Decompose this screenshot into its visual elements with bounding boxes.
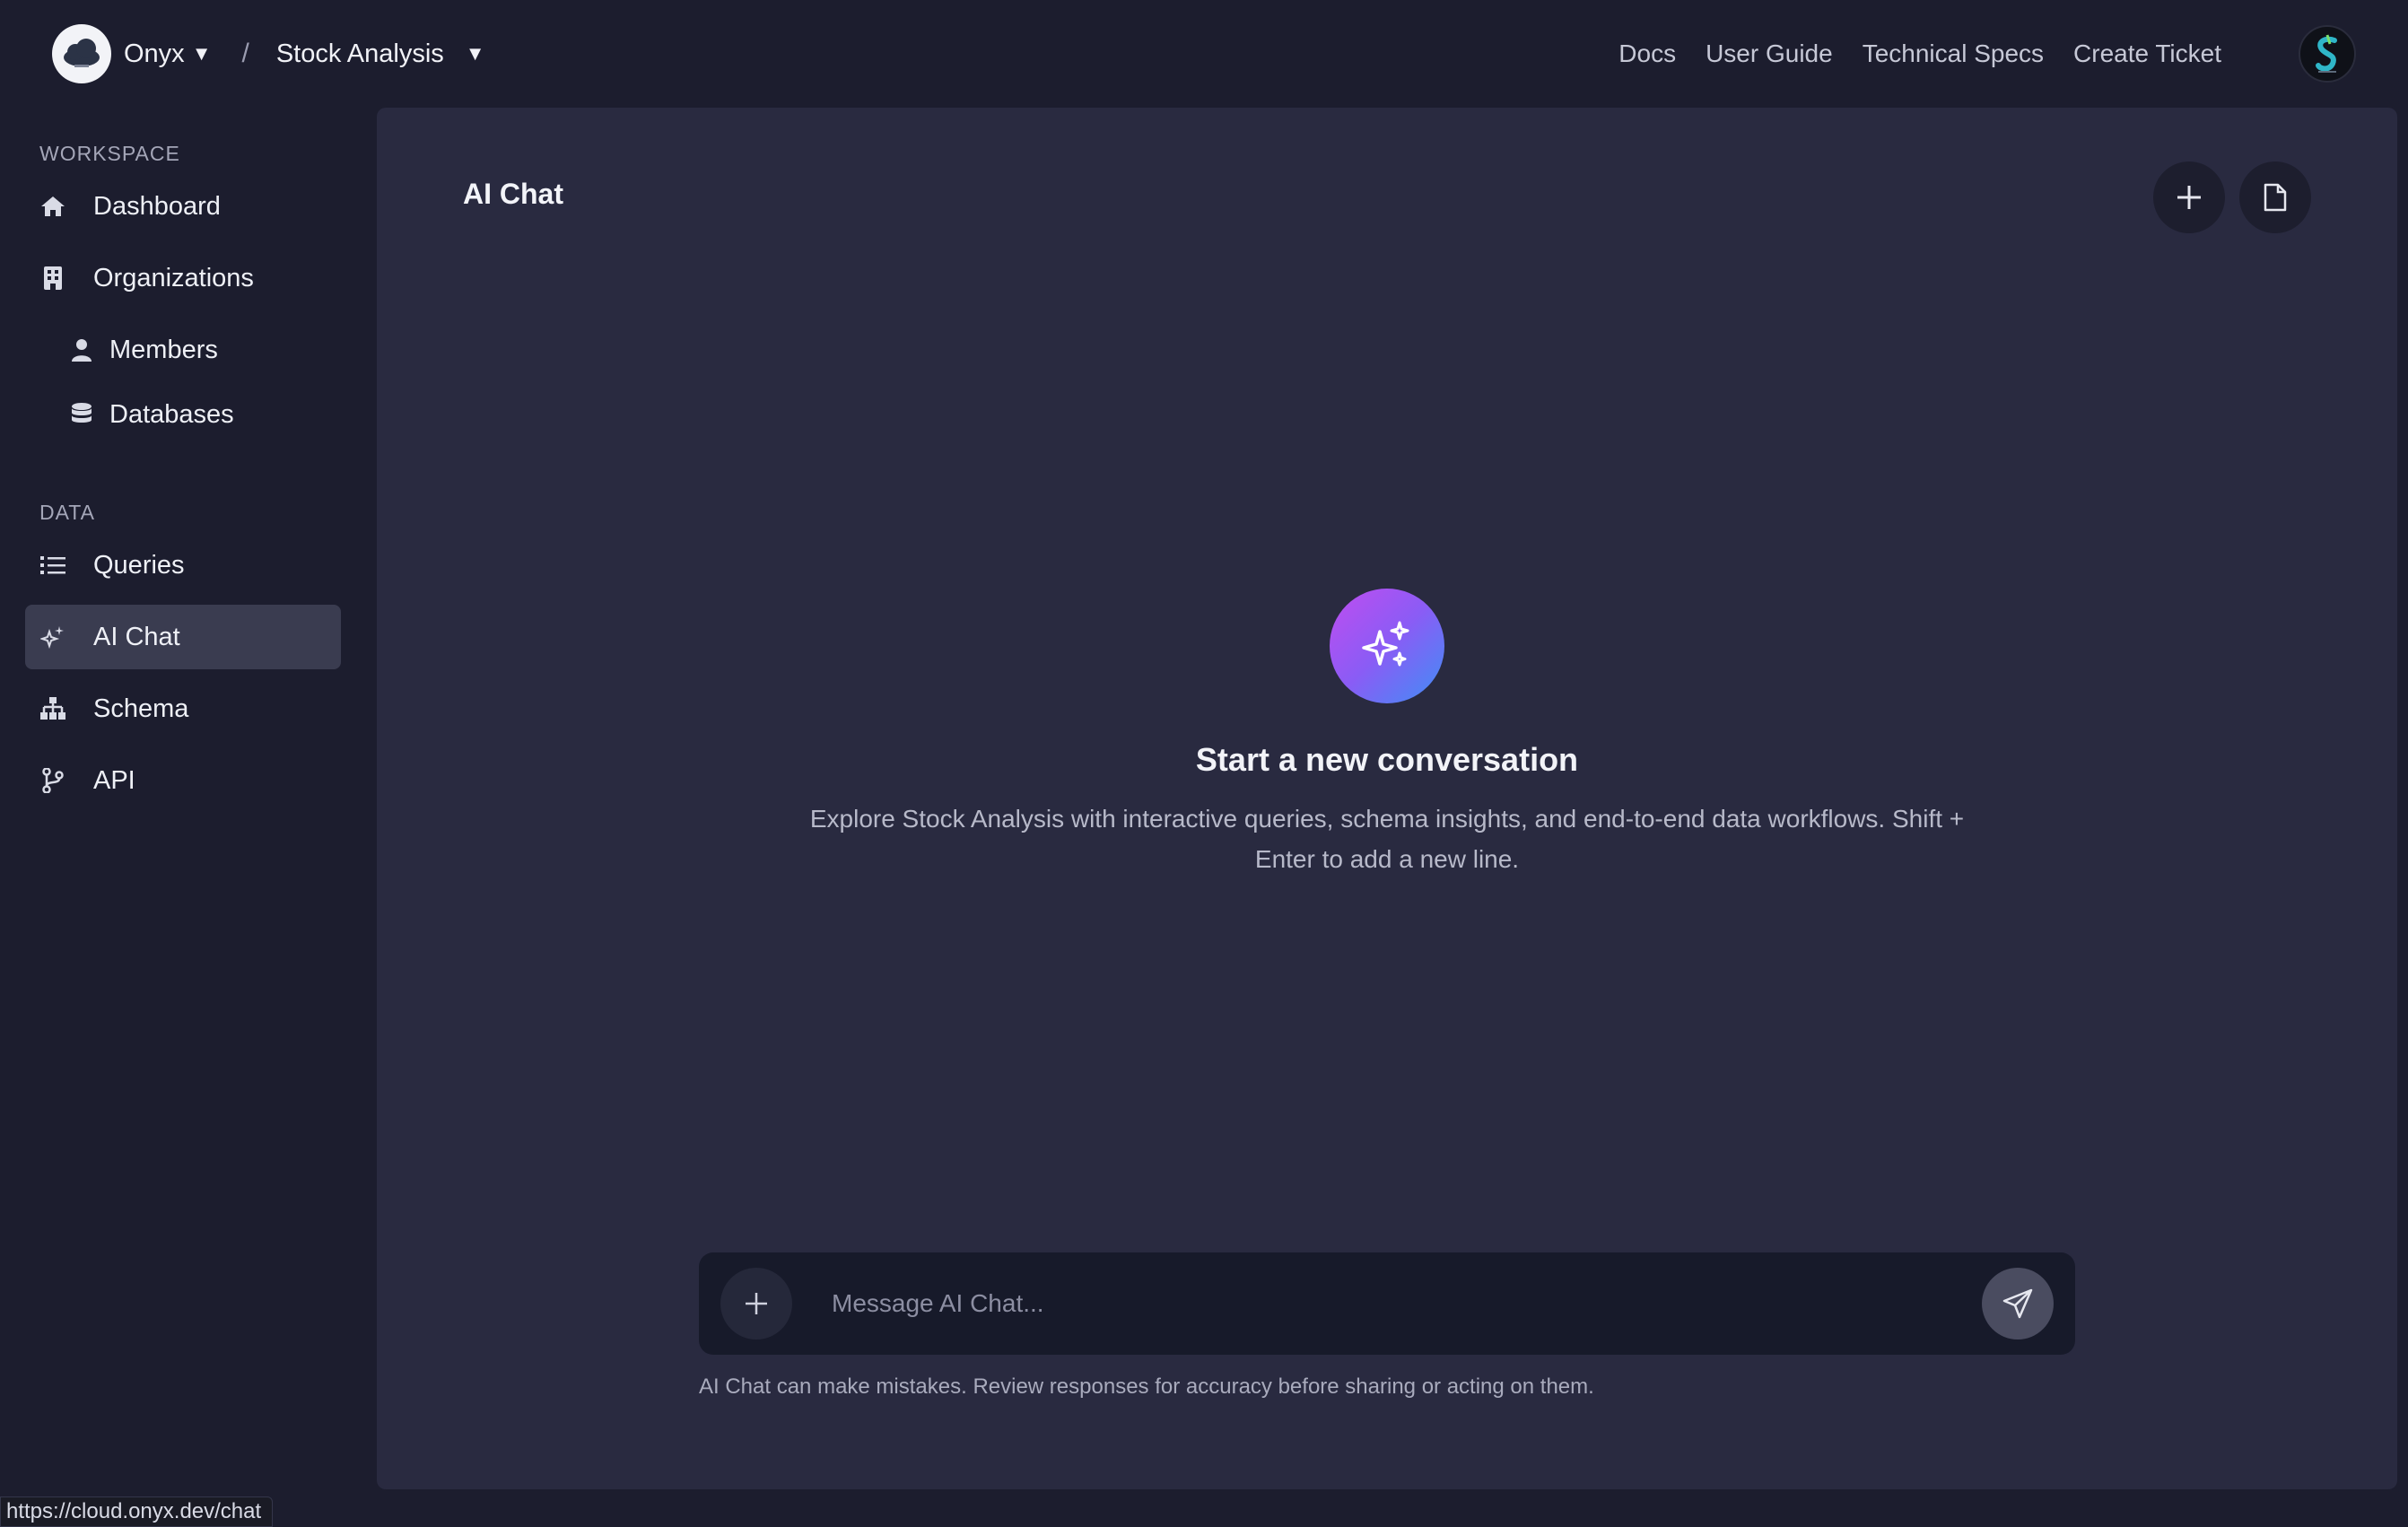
sidebar-item-dashboard[interactable]: Dashboard	[25, 174, 341, 239]
nav-docs[interactable]: Docs	[1618, 39, 1676, 68]
section-label-data: DATA	[39, 501, 95, 524]
plus-icon	[2177, 186, 2201, 209]
top-nav: Docs User Guide Technical Specs Create T…	[1589, 25, 2356, 83]
nav-user-guide[interactable]: User Guide	[1706, 39, 1833, 68]
document-button[interactable]	[2239, 161, 2311, 233]
sidebar-item-label: Schema	[93, 694, 189, 723]
org-logo[interactable]	[52, 24, 111, 83]
sidebar-item-label: Databases	[109, 399, 234, 429]
send-button[interactable]	[1982, 1268, 2054, 1339]
sitemap-icon	[39, 695, 66, 722]
database-icon	[68, 401, 95, 428]
message-composer	[699, 1252, 2075, 1355]
sidebar-item-members[interactable]: Members	[25, 318, 341, 382]
sidebar-item-queries[interactable]: Queries	[25, 533, 341, 598]
top-bar: Onyx ▼ / Stock Analysis ▼ Docs User Guid…	[0, 0, 2408, 108]
sidebar-item-ai-chat[interactable]: AI Chat	[25, 605, 341, 669]
caret-down-icon: ▼	[191, 42, 212, 65]
list-icon	[39, 552, 66, 579]
send-icon	[2002, 1288, 2033, 1319]
sidebar-item-label: Organizations	[93, 263, 254, 292]
ai-sparkles-badge	[1330, 589, 1444, 703]
sidebar-item-label: Queries	[93, 550, 185, 580]
page-title: AI Chat	[463, 178, 563, 210]
nav-create-ticket[interactable]: Create Ticket	[2073, 39, 2221, 68]
empty-state-title: Start a new conversation	[1195, 741, 1579, 778]
empty-state-description: Explore Stock Analysis with interactive …	[809, 805, 1965, 873]
project-name: Stock Analysis	[275, 39, 444, 68]
user-icon	[68, 336, 95, 363]
sidebar-item-label: Dashboard	[93, 191, 221, 221]
sidebar-item-databases[interactable]: Databases	[25, 382, 341, 447]
building-icon	[39, 265, 66, 292]
home-icon	[39, 193, 66, 220]
sidebar-item-api[interactable]: API	[25, 748, 341, 813]
breadcrumb-separator: /	[241, 39, 249, 68]
org-switcher[interactable]: Onyx ▼	[124, 39, 211, 69]
empty-state: Start a new conversation Explore Stock A…	[377, 589, 2397, 879]
sparkles-icon	[39, 624, 66, 650]
org-name: Onyx	[124, 39, 185, 68]
user-avatar[interactable]	[2299, 25, 2356, 83]
nav-technical-specs[interactable]: Technical Specs	[1863, 39, 2044, 68]
sidebar-item-label: Members	[109, 335, 218, 364]
ai-disclaimer: AI Chat can make mistakes. Review respon…	[699, 1374, 1594, 1399]
sidebar-item-organizations[interactable]: Organizations	[25, 246, 341, 310]
section-label-workspace: WORKSPACE	[39, 142, 180, 165]
sidebar-item-label: AI Chat	[93, 622, 180, 651]
project-switcher[interactable]: Stock Analysis ▼	[276, 39, 485, 69]
user-avatar-logo-icon	[2316, 34, 2337, 73]
sparkles-icon	[1362, 621, 1409, 667]
main-panel: AI Chat Start a new conversation Explore…	[377, 108, 2397, 1489]
message-input[interactable]	[830, 1272, 1982, 1335]
attach-button[interactable]	[720, 1268, 792, 1339]
cloud-icon	[64, 39, 100, 67]
sidebar: WORKSPACE Dashboard Organizations Member…	[0, 108, 377, 1527]
link-preview-status: https://cloud.onyx.dev/chat	[0, 1496, 274, 1527]
caret-down-icon: ▼	[465, 42, 485, 65]
plus-icon	[746, 1293, 767, 1314]
sidebar-item-schema[interactable]: Schema	[25, 676, 341, 741]
new-chat-button[interactable]	[2153, 161, 2225, 233]
document-icon	[2264, 183, 2287, 212]
code-branch-icon	[39, 767, 66, 794]
sidebar-item-label: API	[93, 765, 135, 795]
